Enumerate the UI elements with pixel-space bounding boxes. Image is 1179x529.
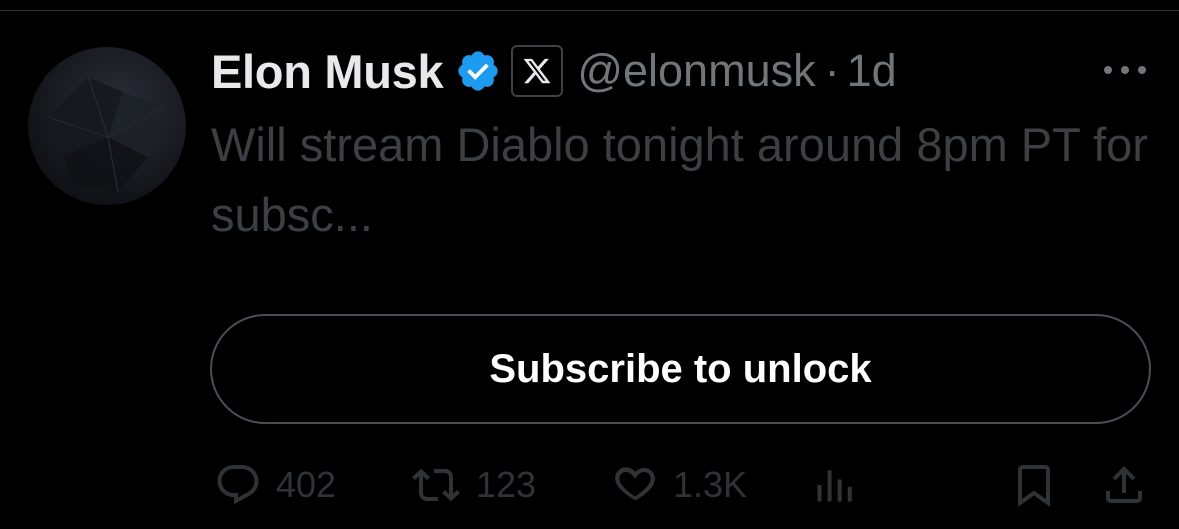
tweet-header: Elon Musk @elonmusk · 1d xyxy=(211,40,897,102)
tweet-actions: 402 123 1.3K xyxy=(0,455,1179,515)
author-name[interactable]: Elon Musk xyxy=(211,44,444,99)
bookmark-icon xyxy=(1018,465,1050,507)
top-divider xyxy=(0,10,1179,11)
reply-button[interactable]: 402 xyxy=(214,455,336,515)
x-logo-icon xyxy=(511,45,564,97)
share-icon xyxy=(1106,466,1142,503)
like-icon xyxy=(615,467,655,501)
views-button[interactable] xyxy=(812,455,856,515)
like-button[interactable]: 1.3K xyxy=(611,455,747,515)
reply-count: 402 xyxy=(276,464,337,505)
subscribe-to-unlock-button[interactable]: Subscribe to unlock xyxy=(210,314,1151,424)
share-button[interactable] xyxy=(1100,455,1148,515)
views-icon xyxy=(817,470,852,502)
like-count: 1.3K xyxy=(673,464,748,505)
repost-count: 123 xyxy=(476,464,537,505)
more-icon[interactable] xyxy=(1100,60,1150,80)
separator-dot: · xyxy=(824,45,840,96)
avatar[interactable] xyxy=(28,47,186,205)
author-handle[interactable]: @elonmusk xyxy=(577,45,815,97)
bookmark-button[interactable] xyxy=(1010,455,1058,515)
reply-icon xyxy=(217,465,259,505)
tweet-text: Will stream Diablo tonight around 8pm PT… xyxy=(211,118,1148,241)
timestamp[interactable]: 1d xyxy=(847,45,897,97)
repost-button[interactable]: 123 xyxy=(410,455,536,515)
repost-icon xyxy=(412,468,460,502)
verified-badge-icon[interactable] xyxy=(455,48,501,94)
